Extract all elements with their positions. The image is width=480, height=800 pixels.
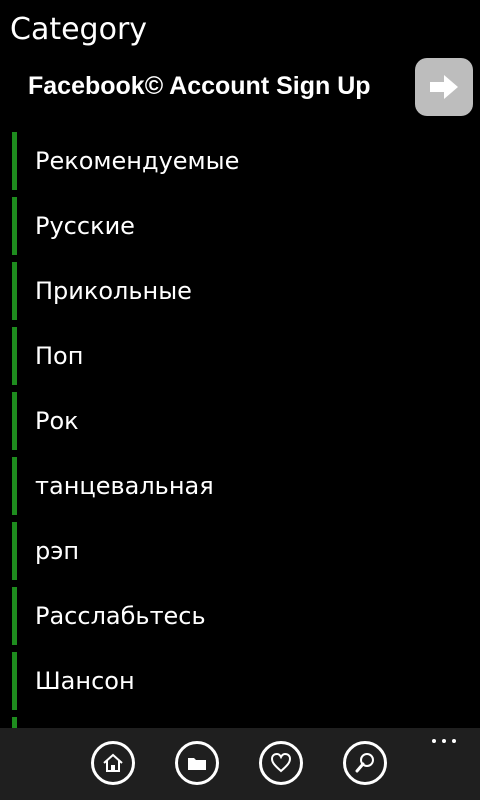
list-item[interactable]: Русские [12,197,480,255]
category-label: Прикольные [35,277,192,305]
category-label: танцевальная [35,472,214,500]
more-dot [452,739,456,743]
search-icon [355,753,374,773]
list-item[interactable]: Рекомендуемые [12,132,480,190]
list-item[interactable]: танцевальная [12,457,480,515]
category-list: Рекомендуемые Русские Прикольные Поп Рок… [12,132,480,728]
favorites-button[interactable] [259,741,303,785]
category-label: Расслабьтесь [35,602,206,630]
arrow-right-icon [430,75,458,99]
more-icon[interactable] [430,736,460,746]
banner-arrow-button[interactable] [415,58,473,116]
category-label: рэп [35,537,80,565]
category-label: Шансон [35,667,135,695]
folder-icon [188,758,206,770]
list-item[interactable]: Расслабьтесь [12,587,480,645]
list-item[interactable]: рэп [12,522,480,580]
category-label: Поп [35,342,84,370]
page-title: Category [10,12,148,47]
home-icon [103,753,123,772]
home-button[interactable] [91,741,135,785]
list-item[interactable]: Шансон [12,652,480,710]
facebook-signup-banner[interactable]: Facebook© Account Sign Up [0,58,480,118]
list-item[interactable]: Поп [12,327,480,385]
more-dot [432,739,436,743]
category-label: Рок [35,407,79,435]
more-dot [442,739,446,743]
banner-text: Facebook© Account Sign Up [28,72,371,100]
folder-button[interactable] [175,741,219,785]
heart-icon [270,752,292,773]
category-label: Русские [35,212,135,240]
list-item-partial[interactable] [12,717,480,728]
app-bar [0,728,480,800]
list-item[interactable]: Прикольные [12,262,480,320]
search-button[interactable] [343,741,387,785]
list-item[interactable]: Рок [12,392,480,450]
category-label: Рекомендуемые [35,147,240,175]
